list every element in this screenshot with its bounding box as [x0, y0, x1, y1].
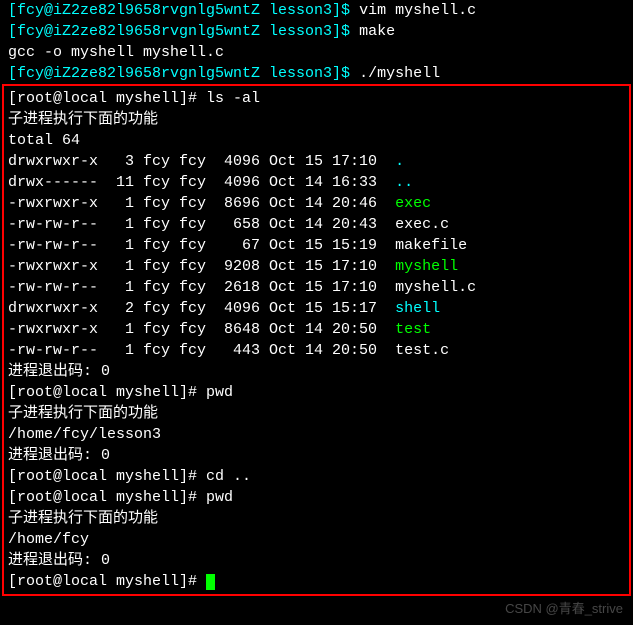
terminal-text: [fcy@iZ2ze82l9658rvgnlg5wntZ lesson3]$ — [8, 23, 359, 40]
terminal-text: .. — [395, 174, 413, 191]
terminal-line[interactable]: [root@local myshell]# ls -al — [8, 88, 625, 109]
terminal-text: [root@local myshell]# pwd — [8, 384, 233, 401]
terminal-text: drwx------ 11 fcy fcy 4096 Oct 14 16:33 — [8, 174, 395, 191]
terminal-text: -rwxrwxr-x 1 fcy fcy 8696 Oct 14 20:46 — [8, 195, 395, 212]
watermark: CSDN @青春_strive — [505, 598, 623, 619]
terminal-line[interactable]: [root@local myshell]# cd .. — [8, 466, 625, 487]
terminal-line[interactable]: -rw-rw-r-- 1 fcy fcy 67 Oct 15 15:19 mak… — [8, 235, 625, 256]
terminal-line[interactable]: [root@local myshell]# pwd — [8, 382, 625, 403]
terminal-line[interactable]: -rwxrwxr-x 1 fcy fcy 8648 Oct 14 20:50 t… — [8, 319, 625, 340]
terminal-text: -rw-rw-r-- 1 fcy fcy 658 Oct 14 20:43 ex… — [8, 216, 449, 233]
terminal-line[interactable]: 子进程执行下面的功能 — [8, 508, 625, 529]
terminal-text: exec — [395, 195, 431, 212]
terminal-line[interactable]: drwxrwxr-x 3 fcy fcy 4096 Oct 15 17:10 . — [8, 151, 625, 172]
terminal-text: make — [359, 23, 395, 40]
terminal-text: drwxrwxr-x 2 fcy fcy 4096 Oct 15 15:17 — [8, 300, 395, 317]
terminal-line[interactable]: gcc -o myshell myshell.c — [8, 42, 625, 63]
terminal-text: 进程退出码: 0 — [8, 447, 110, 464]
terminal-text: . — [395, 153, 404, 170]
terminal-line[interactable]: -rw-rw-r-- 1 fcy fcy 2618 Oct 15 17:10 m… — [8, 277, 625, 298]
terminal-text: [fcy@iZ2ze82l9658rvgnlg5wntZ lesson3]$ — [8, 65, 359, 82]
terminal-line[interactable]: 进程退出码: 0 — [8, 445, 625, 466]
terminal-line[interactable]: /home/fcy/lesson3 — [8, 424, 625, 445]
terminal-text: myshell — [395, 258, 458, 275]
terminal-text: -rw-rw-r-- 1 fcy fcy 2618 Oct 15 17:10 m… — [8, 279, 476, 296]
terminal-line[interactable]: total 64 — [8, 130, 625, 151]
terminal-text: 进程退出码: 0 — [8, 363, 110, 380]
terminal-text: -rwxrwxr-x 1 fcy fcy 8648 Oct 14 20:50 — [8, 321, 395, 338]
terminal-text: drwxrwxr-x 3 fcy fcy 4096 Oct 15 17:10 — [8, 153, 395, 170]
terminal-text: test — [395, 321, 431, 338]
terminal-line[interactable]: drwx------ 11 fcy fcy 4096 Oct 14 16:33 … — [8, 172, 625, 193]
terminal-text: -rw-rw-r-- 1 fcy fcy 67 Oct 15 15:19 mak… — [8, 237, 467, 254]
terminal-text: [fcy@iZ2ze82l9658rvgnlg5wntZ lesson3]$ — [8, 2, 359, 19]
terminal-text: gcc -o myshell myshell.c — [8, 44, 224, 61]
terminal-text: -rwxrwxr-x 1 fcy fcy 9208 Oct 15 17:10 — [8, 258, 395, 275]
terminal-line[interactable]: /home/fcy — [8, 529, 625, 550]
terminal-text: ./myshell — [359, 65, 440, 82]
terminal-line[interactable]: [fcy@iZ2ze82l9658rvgnlg5wntZ lesson3]$ .… — [8, 63, 625, 84]
terminal-text: -rw-rw-r-- 1 fcy fcy 443 Oct 14 20:50 te… — [8, 342, 449, 359]
terminal-pre-lines: [fcy@iZ2ze82l9658rvgnlg5wntZ lesson3]$ v… — [8, 0, 625, 84]
terminal-line[interactable]: 子进程执行下面的功能 — [8, 109, 625, 130]
terminal-text: /home/fcy/lesson3 — [8, 426, 161, 443]
terminal-text: 子进程执行下面的功能 — [8, 405, 158, 422]
terminal-line[interactable]: 子进程执行下面的功能 — [8, 403, 625, 424]
terminal-text: 子进程执行下面的功能 — [8, 510, 158, 527]
terminal-text: [root@local myshell]# — [8, 573, 206, 590]
terminal-text: 子进程执行下面的功能 — [8, 111, 158, 128]
terminal-highlight-box: [root@local myshell]# ls -al 子进程执行下面的功能 to… — [2, 84, 631, 596]
terminal-text: vim myshell.c — [359, 2, 476, 19]
terminal-line[interactable]: [root@local myshell]# — [8, 571, 625, 592]
terminal-line[interactable]: [root@local myshell]# pwd — [8, 487, 625, 508]
terminal-text: [root@local myshell]# cd .. — [8, 468, 251, 485]
terminal-line[interactable]: drwxrwxr-x 2 fcy fcy 4096 Oct 15 15:17 s… — [8, 298, 625, 319]
cursor-icon — [206, 574, 215, 590]
terminal-text: [root@local myshell]# ls -al — [8, 90, 260, 107]
terminal-text: total 64 — [8, 132, 80, 149]
terminal-text: [root@local myshell]# pwd — [8, 489, 233, 506]
terminal-line[interactable]: 进程退出码: 0 — [8, 550, 625, 571]
terminal-line[interactable]: -rw-rw-r-- 1 fcy fcy 443 Oct 14 20:50 te… — [8, 340, 625, 361]
terminal-line[interactable]: [fcy@iZ2ze82l9658rvgnlg5wntZ lesson3]$ v… — [8, 0, 625, 21]
terminal-text: shell — [395, 300, 440, 317]
terminal-text: /home/fcy — [8, 531, 89, 548]
terminal-line[interactable]: [fcy@iZ2ze82l9658rvgnlg5wntZ lesson3]$ m… — [8, 21, 625, 42]
terminal-line[interactable]: -rwxrwxr-x 1 fcy fcy 8696 Oct 14 20:46 e… — [8, 193, 625, 214]
terminal-line[interactable]: 进程退出码: 0 — [8, 361, 625, 382]
terminal-text: 进程退出码: 0 — [8, 552, 110, 569]
terminal-line[interactable]: -rwxrwxr-x 1 fcy fcy 9208 Oct 15 17:10 m… — [8, 256, 625, 277]
terminal-line[interactable]: -rw-rw-r-- 1 fcy fcy 658 Oct 14 20:43 ex… — [8, 214, 625, 235]
